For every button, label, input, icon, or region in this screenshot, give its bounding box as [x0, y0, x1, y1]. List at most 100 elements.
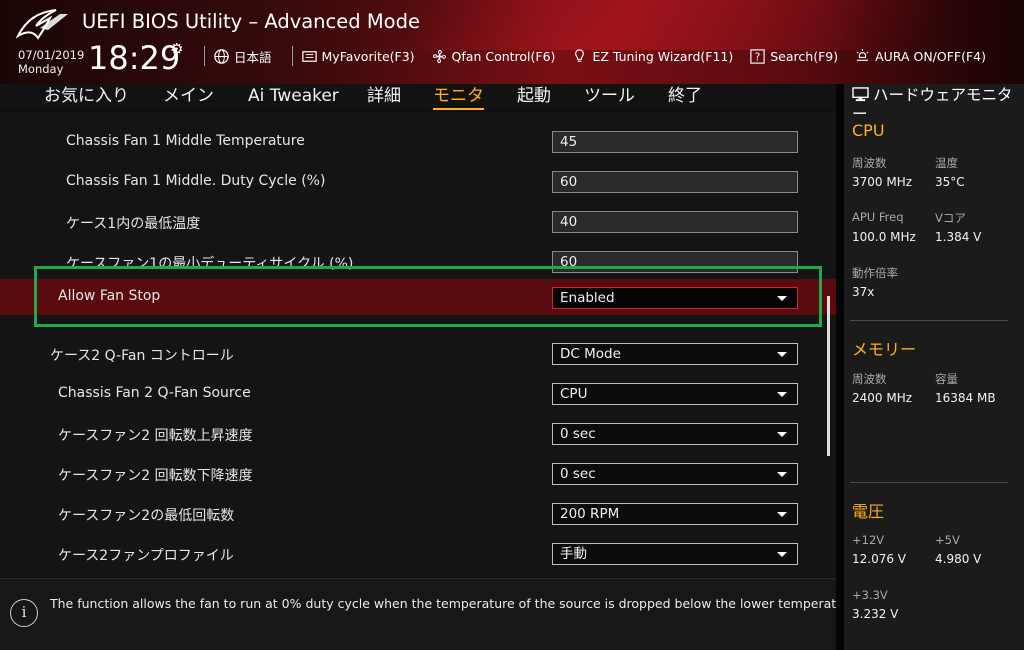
search-button[interactable]: ? Search(F9)	[749, 48, 838, 65]
dropdown-value: 手動	[560, 546, 587, 562]
setting-value-input[interactable]: 60	[552, 171, 798, 193]
dropdown-value: 0 sec	[560, 466, 596, 482]
apu-freq-label: APU Freq	[852, 210, 904, 224]
bulb-icon	[575, 48, 585, 62]
fan-icon	[432, 49, 446, 63]
setting-row[interactable]: Chassis Fan 1 Middle. Duty Cycle (%) 60	[0, 165, 836, 203]
chevron-down-icon	[777, 512, 787, 517]
setting-row[interactable]: ケース2 Q-Fan コントロール DC Mode	[0, 337, 836, 375]
ez-tuning-wizard-button[interactable]: EZ Tuning Wizard(F11)	[571, 48, 733, 65]
setting-value-input[interactable]: 45	[552, 131, 798, 153]
info-icon: i	[10, 599, 38, 627]
language-label: 日本語	[234, 49, 272, 65]
chevron-down-icon	[777, 352, 787, 357]
setting-row[interactable]: Chassis Fan 1 Middle Temperature 45	[0, 125, 836, 163]
mem-cap-value: 16384 MB	[935, 391, 996, 405]
chevron-down-icon	[777, 392, 787, 397]
chevron-down-icon	[777, 552, 787, 557]
myfavorite-button[interactable]: MyFavorite(F3)	[301, 48, 415, 65]
hardware-monitor-panel: ハードウェアモニター CPU 周波数 温度 3700 MHz 35°C APU …	[844, 84, 1024, 650]
header-bar: UEFI BIOS Utility – Advanced Mode 07/01/…	[0, 0, 1024, 84]
tab-favorites[interactable]: お気に入り	[44, 84, 129, 108]
v5-label: +5V	[935, 533, 960, 547]
setting-dropdown[interactable]: 200 RPM	[552, 503, 798, 525]
voltage-heading: 電圧	[852, 502, 885, 521]
v12-label: +12V	[852, 533, 885, 547]
setting-row[interactable]: Chassis Fan 2 Q-Fan Source CPU	[0, 377, 836, 415]
divider-line	[850, 482, 1008, 483]
setting-label: ケース2ファンプロファイル	[58, 548, 234, 564]
aura-icon	[856, 48, 869, 61]
language-button[interactable]: 日本語	[213, 47, 272, 66]
aura-toggle-button[interactable]: AURA ON/OFF(F4)	[854, 48, 986, 65]
clock-time: 18:29	[88, 39, 181, 77]
tab-boot[interactable]: 起動	[517, 84, 551, 108]
favorite-icon	[301, 50, 317, 62]
settings-list: Chassis Fan 1 Middle Temperature 45 Chas…	[0, 112, 836, 577]
setting-value-input[interactable]: 60	[552, 251, 798, 273]
setting-label: Chassis Fan 1 Middle Temperature	[66, 133, 305, 149]
v33-label: +3.3V	[852, 588, 888, 602]
search-icon: ?	[750, 48, 765, 64]
setting-dropdown[interactable]: 手動	[552, 543, 798, 565]
scrollbar[interactable]	[827, 296, 830, 456]
panel-divider	[836, 84, 844, 650]
setting-row[interactable]: ケースファン2 回転数上昇速度 0 sec	[0, 417, 836, 455]
tab-exit[interactable]: 終了	[668, 84, 702, 108]
setting-row[interactable]: ケースファン2の最低回転数 200 RPM	[0, 497, 836, 535]
aura-label: AURA ON/OFF(F4)	[875, 48, 987, 64]
qfan-control-button[interactable]: Qfan Control(F6)	[431, 48, 556, 65]
mem-cap-label: 容量	[935, 372, 958, 386]
chevron-down-icon	[777, 432, 787, 437]
qfan-label: Qfan Control(F6)	[451, 48, 556, 64]
setting-dropdown[interactable]: DC Mode	[552, 343, 798, 365]
setting-dropdown[interactable]: 0 sec	[552, 463, 798, 485]
setting-label: ケースファン2 回転数下降速度	[58, 468, 253, 484]
help-text: The function allows the fan to run at 0%…	[50, 596, 861, 611]
dropdown-value: 0 sec	[560, 426, 596, 442]
memory-heading: メモリー	[852, 340, 917, 359]
chevron-down-icon	[777, 296, 787, 301]
cpu-freq-label: 周波数	[852, 156, 887, 170]
toolbar: 日本語 MyFavorite(F3) Qfan Control(F6) EZ T…	[200, 45, 1002, 67]
setting-row[interactable]: ケースファン2 回転数下降速度 0 sec	[0, 457, 836, 495]
svg-text:?: ?	[755, 51, 761, 63]
cpu-heading: CPU	[852, 121, 885, 140]
setting-row[interactable]: ケースファン1の最小デューティサイクル (%) 60	[0, 245, 836, 283]
setting-row[interactable]: ケース2ファンプロファイル 手動	[0, 537, 836, 575]
help-bar: i The function allows the fan to run at …	[0, 578, 861, 650]
v5-value: 4.980 V	[935, 552, 982, 566]
day-text: Monday	[18, 62, 64, 76]
tab-tool[interactable]: ツール	[584, 84, 635, 108]
v12-value: 12.076 V	[852, 552, 907, 566]
ratio-label: 動作倍率	[852, 266, 898, 280]
tab-main[interactable]: メイン	[163, 84, 214, 108]
setting-dropdown[interactable]: 0 sec	[552, 423, 798, 445]
setting-label: Chassis Fan 1 Middle. Duty Cycle (%)	[66, 173, 326, 189]
apu-freq-value: 100.0 MHz	[852, 230, 916, 244]
v33-value: 3.232 V	[852, 607, 899, 621]
myfavorite-label: MyFavorite(F3)	[321, 48, 415, 64]
tab-monitor[interactable]: モニタ	[433, 84, 484, 110]
ratio-value: 37x	[852, 285, 875, 299]
tab-ai-tweaker[interactable]: Ai Tweaker	[248, 84, 339, 108]
gear-icon[interactable]: ⚙	[170, 40, 183, 58]
rog-logo-icon	[16, 9, 68, 40]
divider-line	[850, 320, 1008, 321]
allow-fan-stop-dropdown[interactable]: Enabled	[552, 287, 798, 309]
chevron-down-icon	[777, 472, 787, 477]
setting-label: ケースファン2 回転数上昇速度	[58, 428, 253, 444]
setting-dropdown[interactable]: CPU	[552, 383, 798, 405]
setting-row[interactable]: ケース1内の最低温度 40	[0, 205, 836, 243]
tab-advanced[interactable]: 詳細	[367, 84, 401, 108]
setting-label: Chassis Fan 2 Q-Fan Source	[58, 385, 251, 401]
vcore-label: Vコア	[935, 211, 966, 225]
globe-icon	[214, 48, 229, 64]
tab-bar: お気に入り メイン Ai Tweaker 詳細 モニタ 起動 ツール 終了	[0, 84, 836, 110]
setting-label: Allow Fan Stop	[58, 288, 161, 304]
search-label: Search(F9)	[770, 48, 839, 64]
setting-value-input[interactable]: 40	[552, 211, 798, 233]
dropdown-value: 200 RPM	[560, 506, 620, 522]
setting-row-selected[interactable]: Allow Fan Stop Enabled	[0, 279, 836, 315]
dropdown-value: CPU	[560, 386, 588, 402]
